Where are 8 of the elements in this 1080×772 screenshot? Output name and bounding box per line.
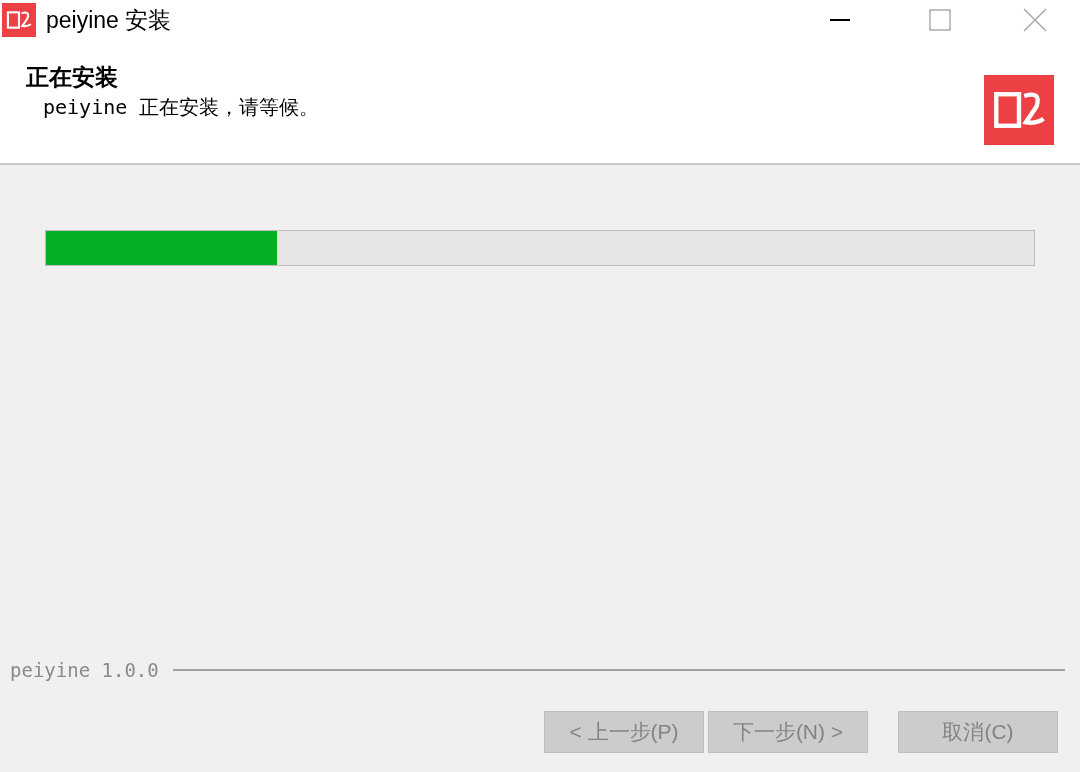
header-subtitle: peiyine 正在安装，请等候。 [42, 94, 321, 121]
app-logo [984, 75, 1054, 145]
minimize-icon [830, 19, 850, 21]
window-title: peiyine 安装 [46, 5, 172, 35]
close-icon [1023, 8, 1047, 32]
version-label: peiyine 1.0.0 [10, 657, 159, 683]
header-title: 正在安装 [26, 63, 119, 92]
maximize-icon [929, 9, 951, 31]
